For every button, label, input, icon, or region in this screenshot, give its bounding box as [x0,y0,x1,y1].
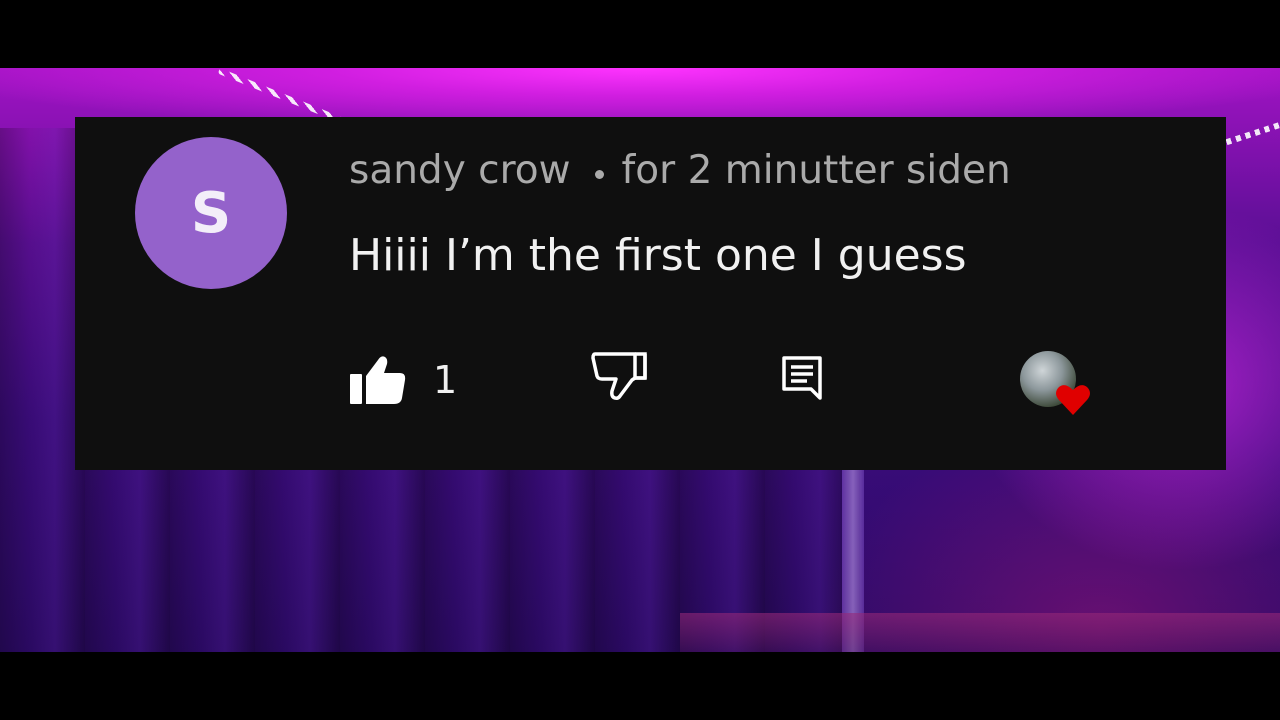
comment-actions: 1 [349,345,1209,415]
desk-background [680,613,1280,652]
comment-text: Hiiii I’m the first one I guess [349,229,967,281]
like-count: 1 [433,358,458,402]
comment-card: S sandy crow for 2 minutter siden Hiiii … [75,117,1226,470]
creator-heart-badge[interactable] [1017,345,1097,425]
separator-dot [594,169,604,179]
like-button[interactable]: 1 [349,345,457,415]
dislike-button[interactable] [591,351,649,406]
author-avatar[interactable]: S [135,137,287,289]
author-name[interactable]: sandy crow [349,148,571,193]
thumbs-down-outline-icon [591,352,647,400]
thumbs-up-filled-icon [350,356,406,404]
comment-timestamp[interactable]: for 2 minutter siden [622,148,1011,193]
reply-comment-icon [782,356,822,400]
video-frame: S sandy crow for 2 minutter siden Hiiii … [0,0,1280,720]
author-initial: S [190,180,232,246]
led-lights-right [1225,120,1280,146]
comment-header: sandy crow for 2 minutter siden [349,145,1011,195]
heart-icon [1056,385,1090,415]
reply-button[interactable] [781,355,825,406]
